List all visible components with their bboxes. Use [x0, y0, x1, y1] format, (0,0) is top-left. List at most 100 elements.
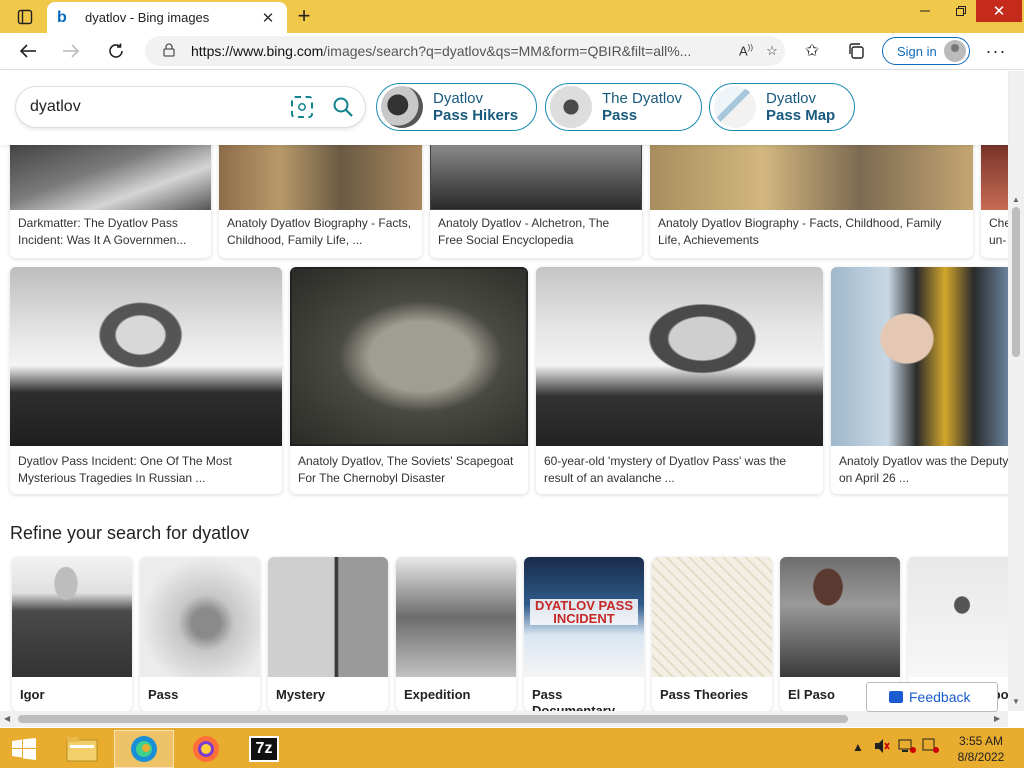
url-text[interactable]: https://www.bing.com/images/search?q=dya…	[191, 43, 733, 59]
collections-button[interactable]	[842, 38, 870, 64]
refine-card-igor[interactable]: Igor	[12, 557, 132, 711]
scroll-down-icon[interactable]: ▼	[1012, 697, 1020, 706]
more-dots-icon: ···	[985, 40, 1007, 61]
result-caption: Dyatlov Pass Incident: One Of The Most M…	[18, 454, 232, 485]
url-path: /images/search?q=dyatlov&qs=MM&form=QBIR…	[323, 43, 692, 59]
refine-image: DYATLOV PASS INCIDENT	[524, 557, 644, 677]
image-result-card[interactable]: Che un-	[981, 145, 1008, 258]
settings-menu-button[interactable]: ···	[982, 38, 1010, 64]
horizontal-scrollbar[interactable]: ◀ ▶	[0, 711, 1008, 727]
vertical-scroll-thumb[interactable]	[1012, 207, 1020, 357]
refine-image	[396, 557, 516, 677]
forward-arrow-icon	[63, 44, 80, 58]
edge-icon	[131, 736, 157, 762]
refine-card-expedition[interactable]: Expedition	[396, 557, 516, 711]
pill-line2: Pass	[602, 107, 638, 124]
search-icon[interactable]	[331, 95, 355, 119]
new-tab-button[interactable]: +	[290, 4, 318, 30]
7zip-taskbar-button[interactable]: 7z	[234, 730, 294, 768]
edge-taskbar-button[interactable]	[114, 730, 174, 768]
result-caption: Che un-	[989, 216, 1008, 247]
close-window-button[interactable]: ✕	[976, 0, 1022, 22]
refine-image	[12, 557, 132, 677]
scroll-up-icon[interactable]: ▲	[1012, 195, 1020, 204]
refine-card-mystery[interactable]: Mystery	[268, 557, 388, 711]
related-pill-hikers[interactable]: Dyatlov Pass Hikers	[376, 83, 537, 131]
start-button[interactable]	[0, 730, 48, 768]
refine-card-pass-theories[interactable]: Pass Theories	[652, 557, 772, 711]
pill-text: Dyatlov Pass Hikers	[433, 90, 518, 124]
back-button[interactable]	[14, 38, 42, 64]
firefox-taskbar-button[interactable]	[176, 730, 236, 768]
restore-icon	[956, 6, 966, 16]
restore-button[interactable]	[944, 0, 978, 22]
action-center-icon[interactable]	[922, 738, 940, 757]
result-image	[10, 145, 211, 210]
minimize-button[interactable]	[908, 0, 942, 22]
pill-line2: Pass Map	[766, 107, 836, 124]
image-result-card[interactable]: Anatoly Dyatlov Biography - Facts, Child…	[650, 145, 973, 258]
search-box[interactable]	[16, 87, 365, 127]
result-image	[650, 145, 973, 210]
image-result-card[interactable]: Anatoly Dyatlov was the Deputy on April …	[831, 267, 1008, 494]
vertical-scrollbar[interactable]: ▲ ▼	[1008, 71, 1024, 711]
refine-image	[780, 557, 900, 677]
result-caption: Anatoly Dyatlov Biography - Facts, Child…	[658, 216, 942, 247]
sign-in-label: Sign in	[897, 43, 937, 59]
result-image	[831, 267, 1008, 446]
refine-label: Expedition	[404, 687, 471, 702]
search-input[interactable]	[30, 98, 280, 116]
address-bar[interactable]: https://www.bing.com/images/search?q=dya…	[145, 36, 785, 66]
result-caption: Anatoly Dyatlov was the Deputy on April …	[839, 454, 1008, 485]
add-favorite-icon[interactable]: ☆	[759, 43, 785, 59]
back-arrow-icon	[19, 44, 36, 58]
refine-label: Mystery	[276, 687, 326, 702]
result-image	[10, 267, 282, 446]
feedback-button[interactable]: Feedback	[866, 682, 998, 712]
related-pill-pass[interactable]: The Dyatlov Pass	[545, 83, 702, 131]
image-result-card[interactable]: Anatoly Dyatlov - Alchetron, The Free So…	[430, 145, 642, 258]
volume-muted-icon[interactable]	[874, 738, 890, 757]
refine-image	[908, 557, 1008, 677]
scroll-left-icon[interactable]: ◀	[4, 714, 10, 723]
scroll-right-icon[interactable]: ▶	[994, 714, 1000, 723]
browser-tab[interactable]: b dyatlov - Bing images ✕	[47, 2, 287, 33]
result-image	[290, 267, 528, 446]
system-clock[interactable]: 3:55 AM 8/8/2022	[956, 733, 1006, 765]
tab-actions-button[interactable]	[8, 4, 42, 30]
favorites-button[interactable]: ✩	[798, 38, 826, 64]
file-explorer-taskbar-button[interactable]	[52, 730, 112, 768]
collections-icon	[849, 43, 864, 59]
close-tab-icon[interactable]: ✕	[259, 9, 277, 27]
pill-thumbnail	[714, 86, 756, 128]
image-result-card[interactable]: Dyatlov Pass Incident: One Of The Most M…	[10, 267, 282, 494]
refine-card-pass[interactable]: Pass	[140, 557, 260, 711]
image-result-card[interactable]: Anatoly Dyatlov Biography - Facts, Child…	[219, 145, 422, 258]
show-hidden-icons[interactable]: ▲	[852, 740, 864, 754]
related-pill-map[interactable]: Dyatlov Pass Map	[709, 83, 855, 131]
sign-in-button[interactable]: Sign in	[882, 37, 970, 65]
visual-search-icon[interactable]	[291, 96, 313, 118]
pill-text: Dyatlov Pass Map	[766, 90, 835, 124]
minimize-icon	[920, 10, 930, 12]
network-icon[interactable]	[898, 738, 916, 757]
result-caption: Anatoly Dyatlov, The Soviets' Scapegoat …	[298, 454, 514, 485]
windows-logo-icon	[12, 738, 36, 760]
clock-date: 8/8/2022	[957, 750, 1005, 764]
image-result-card[interactable]: Darkmatter: The Dyatlov Pass Incident: W…	[10, 145, 211, 258]
forward-button[interactable]	[57, 38, 85, 64]
refresh-button[interactable]	[102, 38, 130, 64]
refine-image	[652, 557, 772, 677]
refine-label: Pass Documentary	[532, 687, 616, 711]
refine-image	[140, 557, 260, 677]
refine-label: Pass	[148, 687, 179, 702]
image-result-card[interactable]: Anatoly Dyatlov, The Soviets' Scapegoat …	[290, 267, 528, 494]
7zip-label: 7z	[255, 740, 273, 757]
7zip-icon: 7z	[249, 736, 279, 762]
read-aloud-icon[interactable]: A))	[733, 43, 759, 58]
refine-image	[268, 557, 388, 677]
refine-heading: Refine your search for dyatlov	[10, 523, 250, 543]
image-result-card[interactable]: 60-year-old 'mystery of Dyatlov Pass' wa…	[536, 267, 823, 494]
horizontal-scroll-thumb[interactable]	[18, 715, 848, 723]
refine-card-pass-documentary[interactable]: DYATLOV PASS INCIDENT Pass Documentary	[524, 557, 644, 711]
